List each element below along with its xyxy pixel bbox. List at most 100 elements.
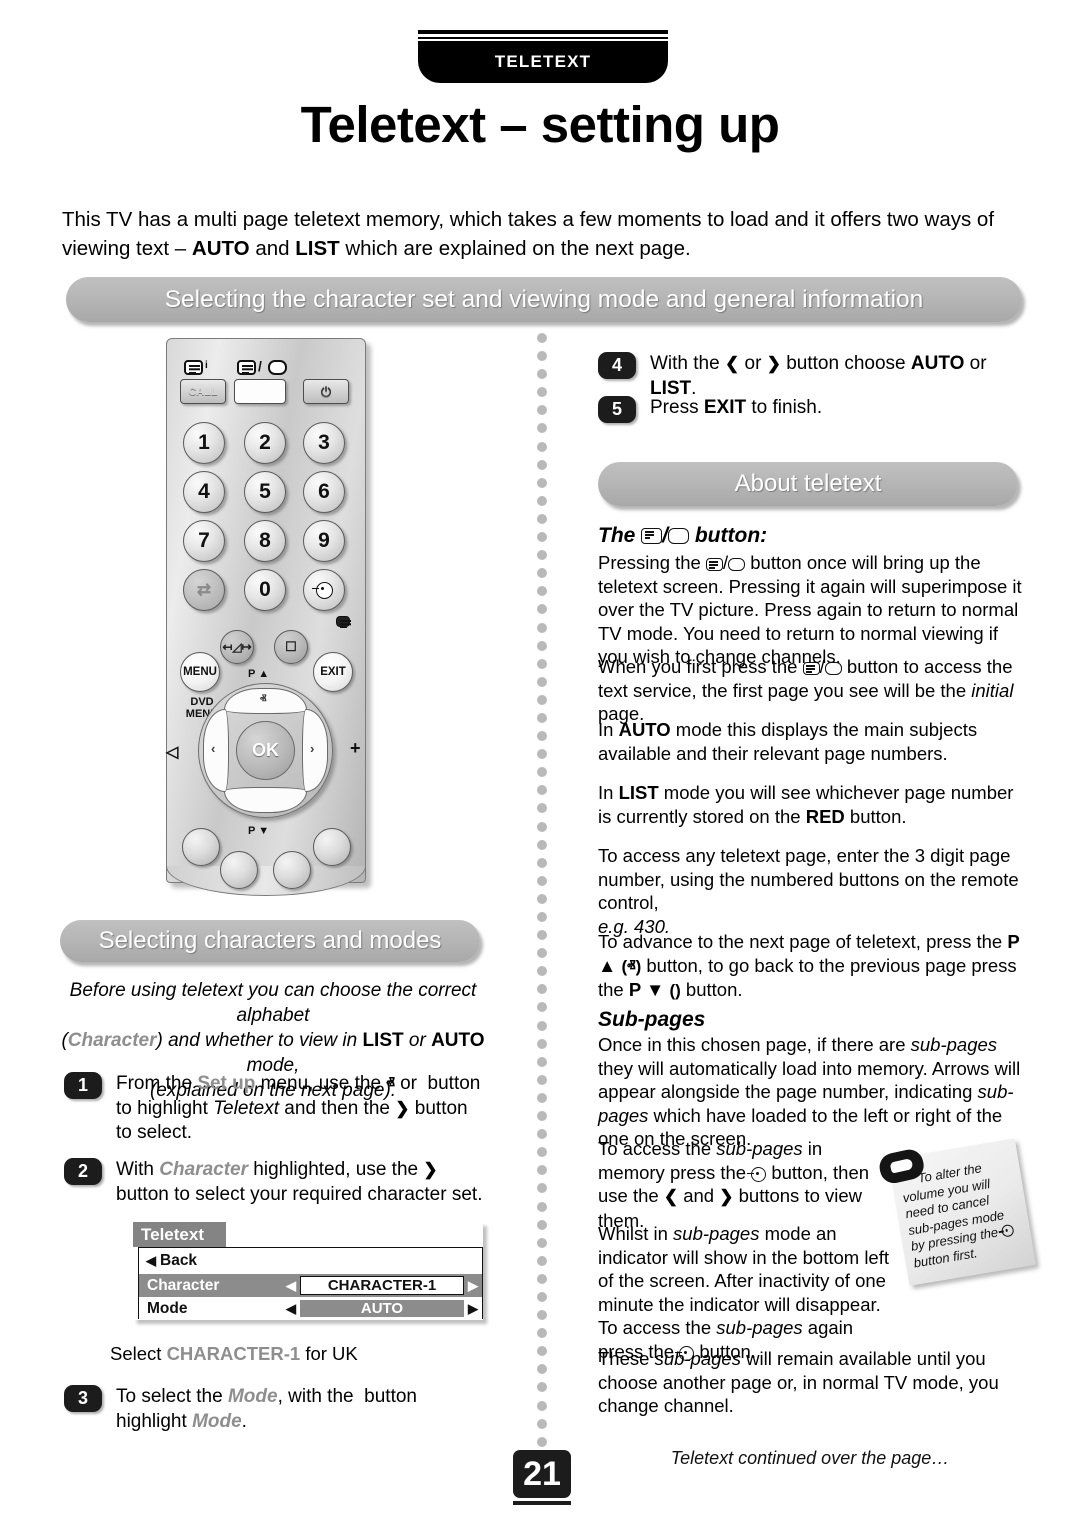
p4-pre: In [598,782,619,803]
p4-post: button. [845,806,907,827]
mute-button[interactable]: ↤◿↦ [220,630,254,664]
call-button-label: CALL [188,386,217,398]
s1-teletext-word: Teletext [213,1098,279,1119]
divider-dot [537,532,547,542]
osd-row-mode[interactable]: Mode ◀ AUTO ▶ [139,1297,482,1320]
step-2-text: With Character highlighted, use the ❯ bu… [116,1158,491,1207]
divider-dot [537,1183,547,1193]
key-8-label: 8 [259,529,271,553]
call-button[interactable]: CALL [180,379,226,404]
key-9[interactable]: 9 [303,520,345,562]
paragraph-subpages-remain: These sub-pages will remain available un… [598,1347,1022,1418]
p6-down-chevron-icon: (ⱟ) [669,981,680,1000]
banner-selecting-characters: Selecting characters and modes [60,920,480,962]
power-button[interactable]: ⏻ [303,379,349,404]
osd-character-left-arrow-icon[interactable]: ◀ [282,1278,300,1294]
s1-right-arrow-icon: ❯ [395,1099,409,1118]
divider-dot [537,1021,547,1031]
intro-list: LIST [295,237,339,260]
exit-button-label: EXIT [320,666,346,678]
divider-dot [537,333,547,343]
intro-paragraph: This TV has a multi page teletext memory… [62,205,1034,263]
note-character-word: Character [68,1030,157,1051]
page-number-rule [513,1501,571,1505]
key-7[interactable]: 7 [183,520,225,562]
tv-blank-screen-icon [825,662,842,675]
s5-p2: to finish. [746,397,822,418]
divider-dot [537,930,547,940]
widescreen-icon: ☐ [285,639,297,655]
divider-dot [537,496,547,506]
divider-dot [537,442,547,452]
color-button-blue[interactable] [313,828,351,866]
divider-dot [537,948,547,958]
divider-dot [537,858,547,868]
osd-panel: ◀ Back Character ◀ CHARACTER-1 ▶ Mode ◀ A… [138,1247,483,1319]
s4-auto: AUTO [911,353,964,374]
color-button-yellow[interactable] [273,851,311,889]
widescreen-format-button[interactable]: ☐ [274,630,308,664]
channel-swap-button[interactable]: ⇄ [183,569,225,611]
key-8[interactable]: 8 [244,520,286,562]
s2-p0: With [116,1159,159,1180]
column-divider [537,333,549,1448]
divider-dot [537,785,547,795]
uk-character-note: Select CHARACTER-1 for UK [110,1343,358,1365]
key-6[interactable]: 6 [303,471,345,513]
osd-character-label: Character [139,1277,282,1295]
color-button-red[interactable] [182,828,220,866]
divider-dot [537,423,547,433]
paragraph-access-subpages: To access the sub-pages in memory press … [598,1137,888,1232]
s1-p4: or [395,1073,422,1094]
key-2-label: 2 [259,431,271,455]
source-button[interactable] [303,569,345,611]
key-2[interactable]: 2 [244,422,286,464]
uk-note-value: CHARACTER-1 [167,1343,301,1364]
continued-note: Teletext continued over the page… [598,1448,1022,1469]
key-4[interactable]: 4 [183,471,225,513]
osd-character-value: CHARACTER-1 [300,1276,464,1295]
osd-row-back[interactable]: ◀ Back [139,1248,482,1274]
tv-blank-screen-icon [728,558,745,571]
s2-p4: button to select your required character… [116,1184,482,1205]
source-icon [751,1167,766,1182]
key-9-label: 9 [318,529,330,553]
color-button-green[interactable] [220,851,258,889]
osd-row-character[interactable]: Character ◀ CHARACTER-1 ▶ [139,1274,482,1297]
tv-blank-screen-icon [668,528,689,544]
ok-button[interactable]: OK [236,721,295,780]
step-2-badge: 2 [64,1158,102,1185]
osd-mode-value: AUTO [300,1300,464,1317]
osd-character-right-arrow-icon[interactable]: ▶ [464,1278,482,1294]
callout-text: To alter the volume you will need to can… [899,1155,1026,1271]
source-icon [1001,1224,1015,1238]
key-7-label: 7 [198,529,210,553]
s3-mode-word-2: Mode [192,1411,242,1432]
divider-dot [537,695,547,705]
divider-dot [537,1274,547,1284]
s1-p8: and then the [279,1098,395,1119]
divider-dot [537,1057,547,1067]
key-0[interactable]: 0 [244,569,286,611]
tab-label: TELETEXT [418,41,668,83]
step-4-badge: 4 [598,352,636,379]
osd-mode-right-arrow-icon[interactable]: ▶ [464,1301,482,1317]
remote-control-diagram: i / CALL ⏻ 1 2 3 4 5 6 7 8 9 ⇄ 0 ↤◿↦ ☐ M… [158,338,380,898]
teletext-menu-icon [641,528,662,544]
key-1[interactable]: 1 [183,422,225,464]
source-icon [316,582,333,599]
key-3[interactable]: 3 [303,422,345,464]
divider-dot [537,876,547,886]
subpages-heading: Sub-pages [598,1008,705,1032]
divider-dot [537,659,547,669]
teletext-mix-button[interactable] [234,379,286,404]
paragraph-advance-page: To advance to the next page of teletext,… [598,930,1022,1003]
paragraph-pressing-button: Pressing the / button once will bring up… [598,551,1022,669]
divider-dot [537,1202,547,1212]
key-5[interactable]: 5 [244,471,286,513]
page-title: Teletext – setting up [0,95,1080,154]
divider-dot [537,1039,547,1049]
divider-dot [537,1328,547,1338]
osd-mode-left-arrow-icon[interactable]: ◀ [282,1301,300,1317]
teletext-menu-icon [706,558,723,571]
